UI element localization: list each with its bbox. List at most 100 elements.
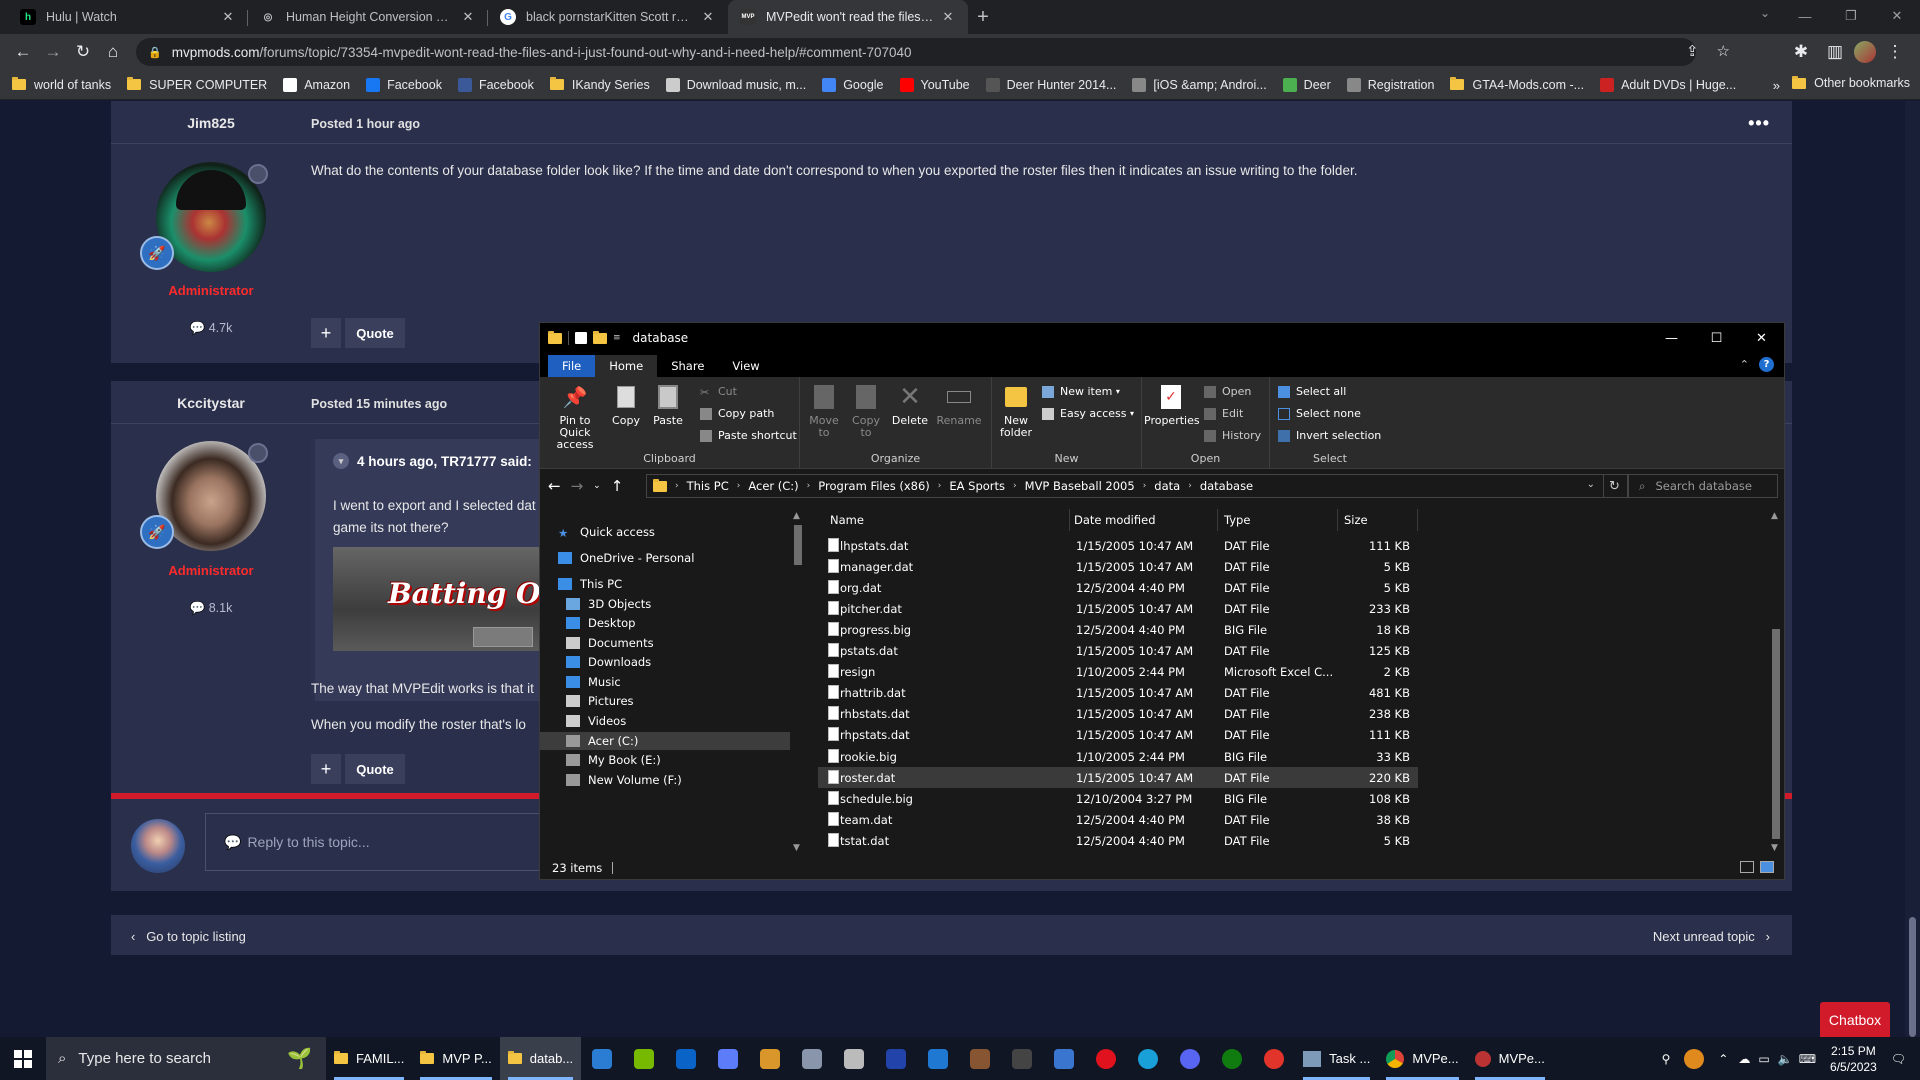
new-item-button[interactable]: New item ▾ — [1042, 385, 1120, 398]
close-icon[interactable]: ✕ — [1739, 323, 1784, 353]
back-icon[interactable]: ← — [8, 38, 38, 66]
taskbar-search[interactable]: ⌕ Type here to search 🌱 — [46, 1037, 326, 1080]
tab-search-icon[interactable]: ⌄ — [1760, 6, 1770, 20]
file-row[interactable]: org.dat 12/5/2004 4:40 PM DAT File 5 KB — [818, 577, 1418, 598]
file-row[interactable]: resign 1/10/2005 2:44 PM Microsoft Excel C… — [818, 661, 1418, 682]
back-icon[interactable]: ← — [548, 477, 561, 495]
edge-app-icon[interactable] — [1127, 1037, 1169, 1080]
quote-button[interactable]: Quote — [345, 318, 405, 348]
chevron-right-icon[interactable]: › — [938, 481, 942, 491]
nav-item[interactable]: Documents — [540, 634, 790, 652]
file-row[interactable]: schedule.big 12/10/2004 3:27 PM BIG File 10… — [818, 788, 1418, 809]
breadcrumb-item[interactable]: EA Sports — [949, 479, 1005, 493]
bookmark-item[interactable]: Facebook — [366, 77, 442, 92]
hero-app-icon[interactable] — [749, 1037, 791, 1080]
store-app-icon[interactable] — [1043, 1037, 1085, 1080]
bookmark-item[interactable]: SUPER COMPUTER — [127, 77, 267, 92]
chevron-right-icon[interactable]: › — [675, 481, 679, 491]
column-header-size[interactable]: Size — [1338, 509, 1418, 531]
tab-home[interactable]: Home — [595, 355, 658, 377]
file-row[interactable]: team.dat 12/5/2004 4:40 PM DAT File 38 KB — [818, 809, 1418, 830]
easy-access-button[interactable]: Easy access ▾ — [1042, 407, 1134, 420]
breadcrumb-item[interactable]: Program Files (x86) — [818, 479, 929, 493]
bookmark-item[interactable]: Deer — [1282, 77, 1331, 92]
file-row[interactable]: roster.dat 1/15/2005 10:47 AM DAT File 220 … — [818, 766, 1418, 788]
address-bar[interactable]: 🔒 mvpmods.com/forums/topic/73354-mvpedit… — [136, 38, 1696, 66]
minimize-icon[interactable]: — — [1649, 323, 1694, 353]
react-button[interactable]: + — [311, 754, 341, 784]
new-folder-icon[interactable] — [593, 330, 607, 344]
history-button[interactable]: History — [1204, 429, 1261, 442]
breadcrumb-item[interactable]: data — [1154, 479, 1180, 493]
nav-item[interactable]: OneDrive - Personal — [540, 549, 790, 567]
bookmark-item[interactable]: [iOS &amp; Androi... — [1132, 77, 1267, 92]
close-icon[interactable]: ✕ — [1874, 0, 1920, 32]
breadcrumb-item[interactable]: Acer (C:) — [748, 479, 798, 493]
chevron-right-icon[interactable]: › — [1143, 481, 1147, 491]
chevron-right-icon[interactable]: › — [737, 481, 741, 491]
file-row[interactable]: rookie.big 1/10/2005 2:44 PM BIG File 33 KB — [818, 746, 1418, 767]
file-row[interactable]: progress.big 12/5/2004 4:40 PM BIG File 18 … — [818, 619, 1418, 640]
extensions-puzzle-icon[interactable]: ✱ — [1786, 38, 1816, 66]
taskbar-app-task-manager[interactable]: Task ... — [1295, 1037, 1378, 1080]
scrollbar-thumb[interactable] — [1909, 917, 1916, 1037]
copy-path-button[interactable]: Copy path — [700, 407, 774, 420]
scroll-up-icon[interactable]: ▲ — [1771, 511, 1778, 521]
taskbar-app-explorer-active[interactable]: datab... — [499, 1037, 582, 1080]
profile-avatar[interactable] — [1854, 41, 1876, 63]
close-tab-icon[interactable]: ✕ — [700, 9, 716, 25]
scroll-up-icon[interactable]: ▲ — [793, 511, 800, 521]
scrollbar-thumb[interactable] — [1772, 629, 1780, 839]
game-app-icon[interactable] — [791, 1037, 833, 1080]
file-row[interactable]: rhattrib.dat 1/15/2005 10:47 AM DAT File 48… — [818, 682, 1418, 703]
scroll-down-icon[interactable]: ▼ — [1771, 843, 1778, 853]
scrollbar-thumb[interactable] — [794, 525, 802, 565]
help-icon[interactable]: ? — [1759, 357, 1774, 372]
tab-file[interactable]: File — [548, 355, 596, 377]
select-all-button[interactable]: Select all — [1278, 385, 1346, 398]
reload-icon[interactable]: ↻ — [68, 38, 98, 66]
nav-item[interactable]: Downloads — [540, 653, 790, 671]
select-none-button[interactable]: Select none — [1278, 407, 1361, 420]
discord-app-icon[interactable] — [1169, 1037, 1211, 1080]
cut-button[interactable]: ✂ Cut — [700, 385, 737, 399]
quote-button[interactable]: Quote — [345, 754, 405, 784]
browser-tab-active[interactable]: MVP MVPedit won't read the files and ✕ — [728, 0, 968, 34]
nav-item[interactable]: This PC — [540, 575, 790, 593]
properties-check-icon[interactable] — [575, 332, 587, 344]
post-author[interactable]: Kccitystar — [111, 395, 311, 411]
start-button[interactable] — [0, 1037, 46, 1080]
nav-item[interactable]: My Book (E:) — [540, 751, 790, 769]
share-icon[interactable]: ⇪ — [1686, 42, 1699, 60]
bookmark-item[interactable]: IKandy Series — [549, 77, 650, 92]
bookmark-item[interactable]: Google — [822, 77, 884, 92]
photos-app-icon[interactable] — [581, 1037, 623, 1080]
taskbar-app-explorer[interactable]: MVP P... — [412, 1037, 499, 1080]
bookmark-item[interactable]: Amazon — [283, 77, 350, 92]
customize-dropdown-icon[interactable]: ≡ — [613, 333, 621, 343]
nav-item[interactable]: Acer (C:) — [540, 732, 790, 750]
collapse-icon[interactable]: ▾ — [333, 453, 349, 469]
taskbar-app-mvpedit[interactable]: MVPe... — [1467, 1037, 1553, 1080]
breadcrumb-item[interactable]: This PC — [687, 479, 729, 493]
collapse-ribbon-icon[interactable]: ⌃ — [1740, 358, 1749, 371]
xbox-app-icon[interactable] — [1211, 1037, 1253, 1080]
breadcrumb-item[interactable]: MVP Baseball 2005 — [1025, 479, 1135, 493]
show-hidden-icons[interactable]: ⌃ — [1718, 1052, 1728, 1066]
maximize-icon[interactable]: ☐ — [1694, 323, 1739, 353]
address-dropdown-icon[interactable]: ⌄ — [1587, 479, 1595, 490]
chevron-right-icon[interactable]: › — [807, 481, 811, 491]
weather-icon[interactable]: ☁ — [1738, 1052, 1750, 1066]
forward-icon[interactable]: → — [571, 477, 584, 495]
bookmark-item[interactable]: GTA4-Mods.com -... — [1450, 77, 1584, 92]
rename-button[interactable]: Rename — [934, 383, 984, 427]
scroll-down-icon[interactable]: ▼ — [793, 843, 800, 853]
file-row[interactable]: pitcher.dat 1/15/2005 10:47 AM DAT File 233… — [818, 598, 1418, 619]
bookmark-item[interactable]: YouTube — [899, 77, 970, 92]
large-icons-view-icon[interactable] — [1760, 861, 1774, 873]
game-app-icon[interactable] — [917, 1037, 959, 1080]
minimize-icon[interactable]: — — [1782, 0, 1828, 32]
pin-quick-access-button[interactable]: 📌 Pin to Quick access — [544, 383, 606, 451]
post-date[interactable]: Posted 1 hour ago — [311, 117, 420, 131]
close-tab-icon[interactable]: ✕ — [220, 9, 236, 25]
